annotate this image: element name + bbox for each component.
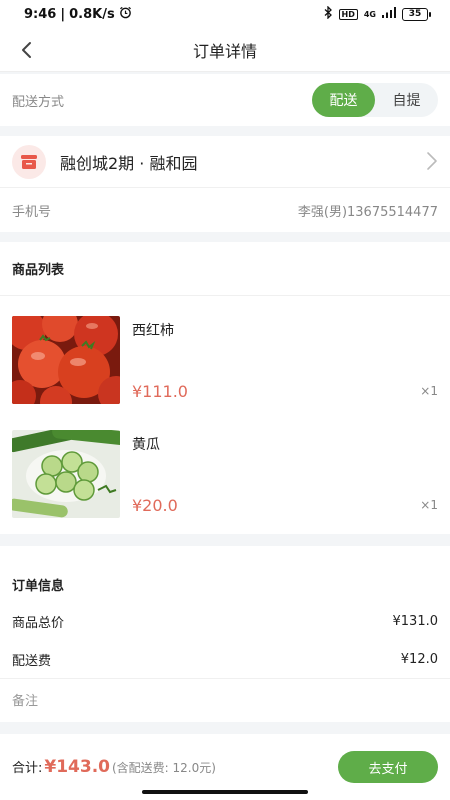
store-icon bbox=[12, 144, 46, 179]
address-name: 融创城2期 · 融和园 bbox=[60, 153, 198, 173]
note-field[interactable]: 备注 bbox=[0, 678, 450, 720]
order-info: 订单信息 商品总价 ¥131.0 配送费 ¥12.0 备注 bbox=[0, 546, 450, 722]
goods-list: 商品列表 西红柿 ¥111.0 ×1 黄瓜 ¥20.0 ×1 bbox=[0, 242, 450, 534]
bluetooth-icon bbox=[324, 5, 333, 22]
total-summary: 合计: ¥143.0 (含配送费: 12.0元) bbox=[12, 757, 216, 777]
delivery-option-delivery[interactable]: 配送 bbox=[312, 83, 375, 117]
address-block: 融创城2期 · 融和园 手机号 李强(男)13675514477 bbox=[0, 136, 450, 232]
battery-level: 35 bbox=[408, 9, 422, 19]
goods-name: 西红柿 bbox=[132, 323, 174, 339]
address-row[interactable]: 融创城2期 · 融和园 bbox=[0, 136, 450, 188]
page-title: 订单详情 bbox=[192, 41, 257, 61]
list-item[interactable]: 黄瓜 ¥20.0 ×1 bbox=[0, 430, 450, 518]
status-bar: 9:46 | 0.8K/s HD 4G 35 bbox=[0, 0, 450, 28]
goods-price: ¥20.0 bbox=[132, 496, 178, 515]
subtotal-label: 商品总价 bbox=[12, 615, 65, 631]
nav-bar: 订单详情 bbox=[0, 28, 450, 72]
delivery-fee-row: 配送费 ¥12.0 bbox=[0, 640, 450, 678]
total-label: 合计: bbox=[12, 761, 43, 776]
subtotal-value: ¥131.0 bbox=[392, 613, 439, 629]
subtotal-row: 商品总价 ¥131.0 bbox=[0, 602, 450, 640]
goods-qty: ×1 bbox=[420, 384, 438, 398]
alarm-icon bbox=[119, 6, 132, 23]
delivery-toggle: 配送 自提 bbox=[312, 83, 438, 117]
status-separator: | bbox=[60, 6, 66, 22]
list-item[interactable]: 西红柿 ¥111.0 ×1 bbox=[0, 316, 450, 404]
delivery-option-pickup[interactable]: 自提 bbox=[375, 83, 438, 117]
phone-value: 李强(男)13675514477 bbox=[297, 204, 438, 220]
cucumber-image bbox=[12, 430, 120, 518]
status-speed: 0.8K/s bbox=[69, 6, 115, 22]
delivery-method-label: 配送方式 bbox=[12, 94, 65, 110]
home-indicator[interactable] bbox=[142, 790, 308, 794]
signal-icon bbox=[382, 7, 396, 21]
battery-icon: 35 bbox=[402, 7, 431, 21]
total-amount: ¥143.0 bbox=[44, 757, 110, 777]
goods-header: 商品列表 bbox=[0, 242, 450, 296]
status-time: 9:46 bbox=[24, 6, 57, 22]
hd-badge: HD bbox=[338, 8, 358, 20]
delivery-fee-value: ¥12.0 bbox=[400, 651, 438, 667]
goods-name: 黄瓜 bbox=[132, 437, 160, 453]
note-placeholder: 备注 bbox=[12, 694, 39, 709]
order-info-title: 订单信息 bbox=[12, 579, 65, 594]
delivery-method-row: 配送方式 配送 自提 bbox=[0, 74, 450, 126]
pay-button[interactable]: 去支付 bbox=[338, 751, 438, 783]
total-sub: (含配送费: 12.0元) bbox=[112, 761, 216, 775]
tomato-image bbox=[12, 316, 120, 404]
network-label: 4G bbox=[363, 9, 376, 19]
chevron-left-icon[interactable] bbox=[12, 36, 40, 64]
goods-qty: ×1 bbox=[420, 498, 438, 512]
goods-price: ¥111.0 bbox=[132, 382, 188, 401]
order-info-header: 订单信息 bbox=[0, 546, 450, 602]
phone-label: 手机号 bbox=[12, 204, 52, 220]
phone-row: 手机号 李强(男)13675514477 bbox=[0, 188, 450, 232]
goods-header-label: 商品列表 bbox=[12, 263, 65, 278]
delivery-fee-label: 配送费 bbox=[12, 653, 52, 669]
chevron-right-icon[interactable] bbox=[426, 151, 438, 175]
